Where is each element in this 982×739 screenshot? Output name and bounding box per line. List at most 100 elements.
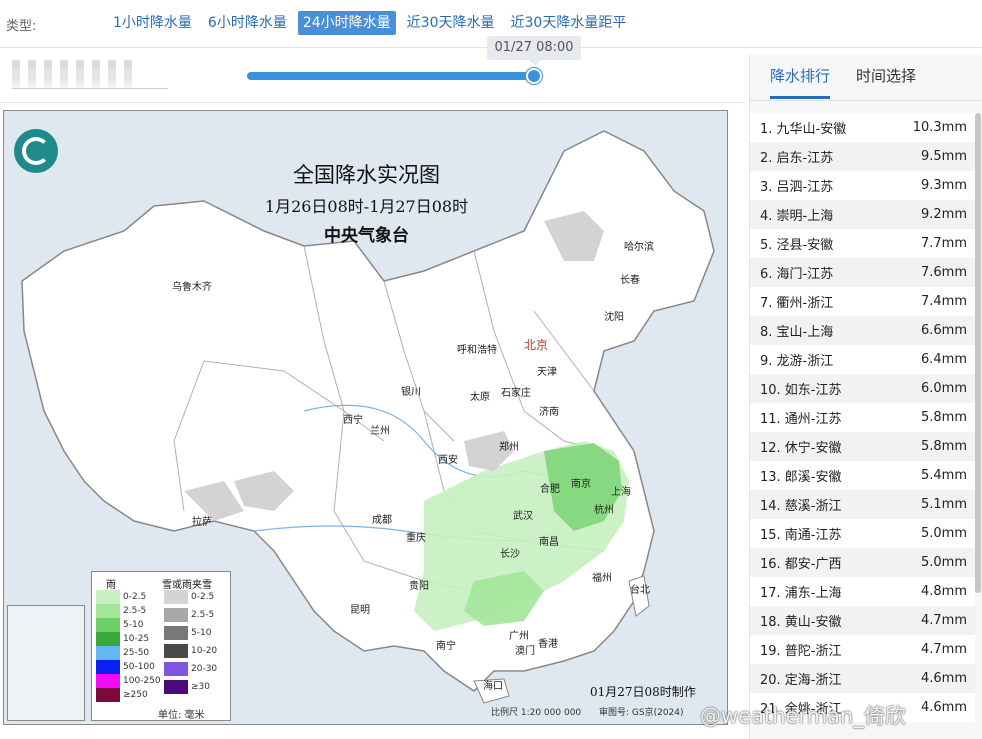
watermark: @weatherman_倚欣	[700, 704, 906, 728]
tab-24h-precip[interactable]: 24小时降水量	[297, 11, 396, 35]
city-label: 长沙	[500, 549, 520, 560]
map-scale: 比例尺 1:20 000 000	[491, 708, 582, 718]
tab-time-select[interactable]: 时间选择	[856, 65, 916, 99]
time-tick[interactable]	[124, 60, 132, 88]
legend-swatch	[96, 590, 120, 604]
ranking-row[interactable]: 19. 普陀-浙江 4.7mm	[750, 635, 975, 664]
city-label: 天津	[537, 367, 557, 378]
legend-rain-row: 50-100	[96, 660, 155, 674]
legend-swatch	[164, 626, 188, 640]
city-label: 西安	[438, 455, 458, 466]
legend-snow-title: 雪或雨夹雪	[162, 580, 212, 591]
city-label: 武汉	[513, 511, 533, 522]
legend-rain-row: 100-250	[96, 674, 161, 688]
time-tooltip: 01/27 08:00	[487, 36, 581, 66]
ranking-row[interactable]: 20. 定海-浙江 4.6mm	[750, 664, 975, 693]
ranking-row[interactable]: 10. 如东-江苏 6.0mm	[750, 374, 975, 403]
tab-6h-precip[interactable]: 6小时降水量	[203, 11, 292, 35]
ranking-scrollbar[interactable]	[975, 113, 981, 593]
map-legend: 雨 雪或雨夹雪 0-2.5 2.5-5 5-10 10-25 25-50 50-…	[91, 571, 231, 721]
tab-30d-anomaly[interactable]: 近30天降水量距平	[506, 11, 632, 35]
time-tick[interactable]	[60, 60, 68, 88]
ranking-row[interactable]: 6. 海门-江苏 7.6mm	[750, 258, 975, 287]
time-ticks	[12, 60, 132, 88]
city-label: 重庆	[406, 533, 426, 544]
city-label: 台北	[630, 585, 650, 596]
ranking-row[interactable]: 14. 慈溪-浙江 5.1mm	[750, 490, 975, 519]
city-label: 西宁	[343, 415, 363, 426]
ranking-row[interactable]: 7. 衢州-浙江 7.4mm	[750, 287, 975, 316]
city-label: 长春	[620, 275, 640, 286]
legend-swatch	[96, 688, 120, 702]
legend-swatch	[164, 680, 188, 694]
ranking-row[interactable]: 1. 九华山-安徽 10.3mm	[750, 113, 975, 142]
map-review-number: 审图号: GS京(2024)	[599, 708, 684, 718]
ranking-row[interactable]: 12. 休宁-安徽 5.8mm	[750, 432, 975, 461]
legend-swatch	[96, 646, 120, 660]
precipitation-map[interactable]: 全国降水实况图 1月26日08时-1月27日08时 中央气象台 乌鲁木齐 哈尔滨…	[3, 110, 728, 725]
legend-swatch	[164, 608, 188, 622]
legend-rain-row: 0-2.5	[96, 590, 146, 604]
legend-snow-row: 0-2.5	[164, 590, 214, 604]
ranking-row[interactable]: 4. 崇明-上海 9.2mm	[750, 200, 975, 229]
ranking-list: 1. 九华山-安徽 10.3mm 2. 启东-江苏 9.5mm 3. 吕泗-江苏 9.…	[750, 113, 975, 722]
legend-snow-row: 20-30	[164, 662, 217, 676]
city-label: 杭州	[594, 505, 614, 516]
legend-swatch	[96, 618, 120, 632]
ranking-row[interactable]: 9. 龙游-浙江 6.4mm	[750, 345, 975, 374]
city-label: 呼和浩特	[457, 345, 497, 356]
ranking-row[interactable]: 15. 南通-江苏 5.0mm	[750, 519, 975, 548]
precip-type-tabs: 1小时降水量 6小时降水量 24小时降水量 近30天降水量 近30天降水量距平	[108, 11, 631, 35]
legend-unit: 单位: 毫米	[158, 710, 205, 721]
city-label: 海口	[483, 681, 503, 692]
ranking-row[interactable]: 13. 郎溪-安徽 5.4mm	[750, 461, 975, 490]
type-label: 类型:	[6, 19, 37, 34]
ranking-row[interactable]: 11. 通州-江苏 5.8mm	[750, 403, 975, 432]
city-label: 广州	[509, 631, 529, 642]
time-tick[interactable]	[28, 60, 36, 88]
city-label: 香港	[538, 639, 558, 650]
time-tick[interactable]	[76, 60, 84, 88]
legend-rain-row: ≥250	[96, 688, 148, 702]
city-label: 福州	[592, 573, 612, 584]
city-label: 南宁	[436, 641, 456, 652]
city-label: 哈尔滨	[624, 242, 654, 253]
legend-snow-row: 5-10	[164, 626, 211, 640]
legend-swatch	[96, 632, 120, 646]
map-subtitle: 1月26日08时-1月27日08时	[264, 197, 469, 216]
ranking-row[interactable]: 17. 浦东-上海 4.8mm	[750, 577, 975, 606]
city-label: 昆明	[350, 605, 370, 616]
tab-precip-ranking[interactable]: 降水排行	[770, 65, 831, 99]
city-label: 澳门	[515, 646, 535, 657]
map-made-time: 01月27日08时制作	[590, 685, 696, 699]
city-label-capital: 北京	[524, 338, 549, 352]
time-tick[interactable]	[92, 60, 100, 88]
city-label: 郑州	[499, 442, 519, 453]
city-label: 南京	[571, 479, 591, 490]
legend-swatch	[96, 604, 120, 618]
legend-snow-row: 2.5-5	[164, 608, 214, 622]
city-label: 石家庄	[501, 388, 531, 399]
tick-baseline	[12, 88, 168, 89]
ranking-row[interactable]: 2. 启东-江苏 9.5mm	[750, 142, 975, 171]
tab-1h-precip[interactable]: 1小时降水量	[108, 11, 197, 35]
time-tick[interactable]	[12, 60, 20, 88]
ranking-row[interactable]: 3. 吕泗-江苏 9.3mm	[750, 171, 975, 200]
legend-snow-row: 10-20	[164, 644, 217, 658]
time-tick[interactable]	[44, 60, 52, 88]
time-tick[interactable]	[108, 60, 116, 88]
legend-rain-row: 25-50	[96, 646, 149, 660]
legend-snow-row: ≥30	[164, 680, 210, 694]
time-slider-area: 01/27 08:00	[0, 36, 745, 103]
ranking-row[interactable]: 16. 都安-广西 5.0mm	[750, 548, 975, 577]
tab-30d-precip[interactable]: 近30天降水量	[402, 11, 500, 35]
ranking-row[interactable]: 18. 黄山-安徽 4.7mm	[750, 606, 975, 635]
map-title: 全国降水实况图	[293, 163, 440, 187]
time-slider-track[interactable]	[247, 72, 537, 80]
ranking-row[interactable]: 8. 宝山-上海 6.6mm	[750, 316, 975, 345]
map-organization: 中央气象台	[324, 226, 409, 246]
ranking-row[interactable]: 5. 泾县-安徽 7.7mm	[750, 229, 975, 258]
city-label: 乌鲁木齐	[172, 282, 212, 293]
legend-rain-row: 5-10	[96, 618, 143, 632]
city-label: 兰州	[370, 426, 390, 437]
